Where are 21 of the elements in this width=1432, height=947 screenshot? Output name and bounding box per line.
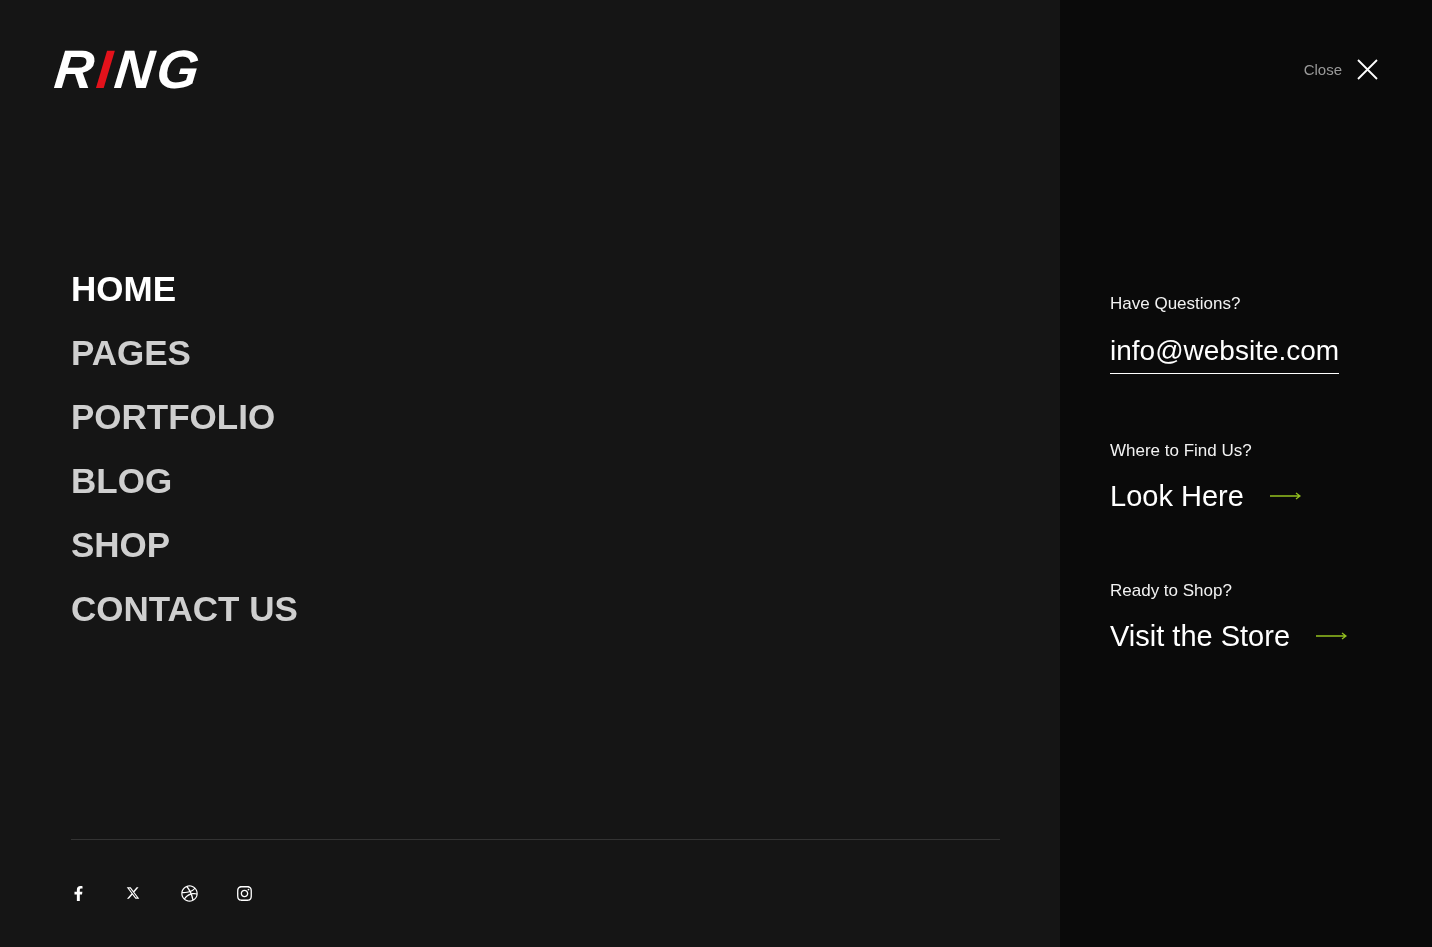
nav-link[interactable]: SHOP <box>71 523 171 566</box>
logo[interactable]: RING <box>52 47 205 91</box>
dribbble-icon[interactable] <box>181 884 198 902</box>
arrow-icon <box>1269 492 1301 500</box>
contact-link[interactable]: Look Here <box>1110 478 1301 514</box>
arrow-icon <box>1316 632 1347 640</box>
instagram-icon[interactable] <box>236 884 253 902</box>
close-icon <box>1357 59 1378 80</box>
contact-label: Where to Find Us? <box>1110 440 1252 462</box>
email-link[interactable]: info@website.com <box>1110 334 1340 374</box>
nav-link[interactable]: PORTFOLIO <box>71 395 276 438</box>
x-icon[interactable] <box>126 886 140 900</box>
nav-link[interactable]: BLOG <box>71 459 173 502</box>
contact-label: Ready to Shop? <box>1110 580 1232 602</box>
nav-link[interactable]: HOME <box>71 267 176 310</box>
contact-link[interactable]: Visit the Store <box>1110 618 1347 654</box>
facebook-icon[interactable] <box>71 885 86 901</box>
nav-link[interactable]: PAGES <box>71 331 191 374</box>
nav-link[interactable]: CONTACT US <box>71 587 298 630</box>
close-button[interactable]: Close <box>1303 59 1378 80</box>
contact-label: Have Questions? <box>1110 293 1241 315</box>
